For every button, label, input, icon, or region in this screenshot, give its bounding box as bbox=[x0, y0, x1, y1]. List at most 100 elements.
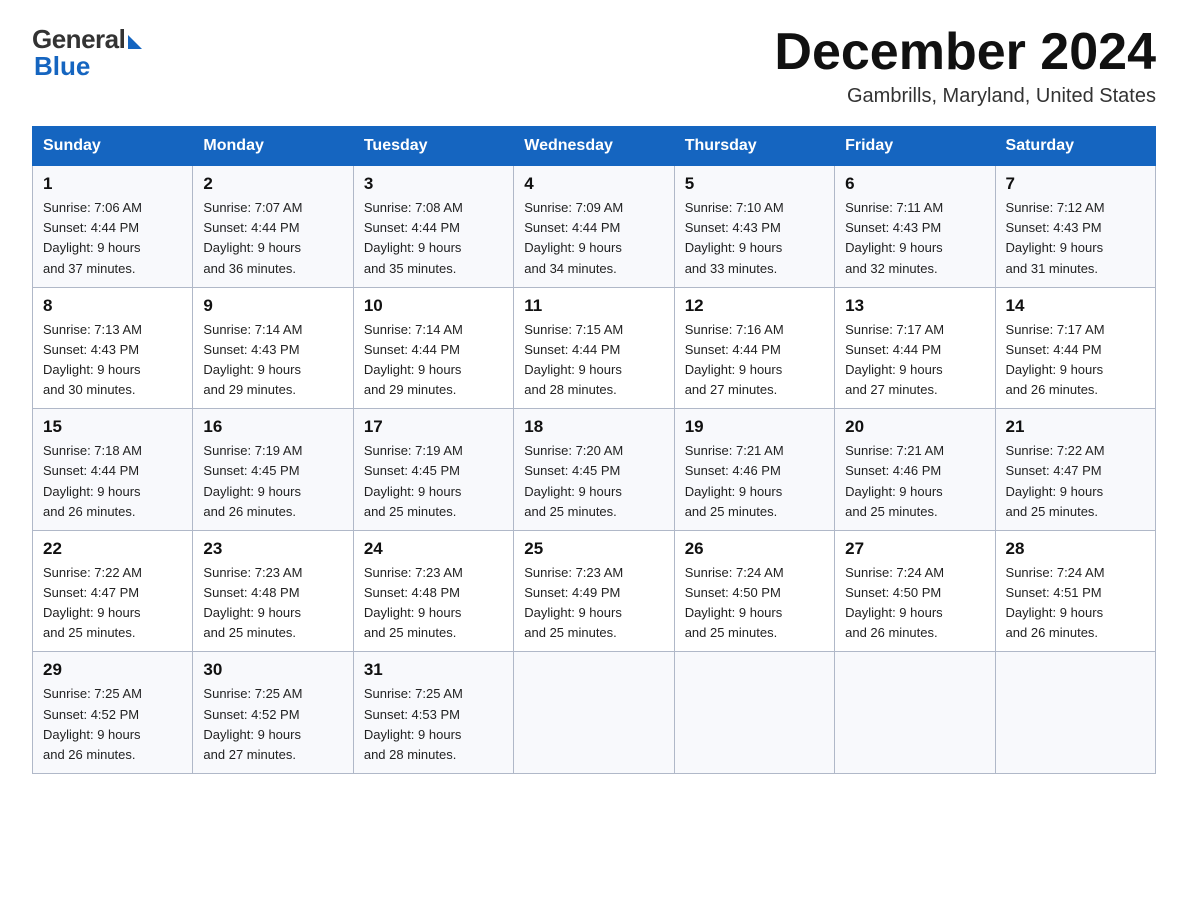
day-cell: 9 Sunrise: 7:14 AMSunset: 4:43 PMDaylight… bbox=[193, 287, 353, 409]
day-number: 12 bbox=[685, 296, 824, 316]
day-number: 17 bbox=[364, 417, 503, 437]
day-info: Sunrise: 7:21 AMSunset: 4:46 PMDaylight:… bbox=[685, 441, 824, 522]
calendar-header-row: SundayMondayTuesdayWednesdayThursdayFrid… bbox=[33, 127, 1156, 166]
day-cell: 19Sunrise: 7:21 AMSunset: 4:46 PMDayligh… bbox=[674, 409, 834, 531]
day-cell bbox=[835, 652, 995, 774]
day-info: Sunrise: 7:20 AMSunset: 4:45 PMDaylight:… bbox=[524, 441, 663, 522]
header-thursday: Thursday bbox=[674, 127, 834, 166]
day-number: 14 bbox=[1006, 296, 1145, 316]
day-number: 10 bbox=[364, 296, 503, 316]
day-info: Sunrise: 7:16 AMSunset: 4:44 PMDaylight:… bbox=[685, 320, 824, 401]
week-row-1: 1 Sunrise: 7:06 AMSunset: 4:44 PMDaylight… bbox=[33, 166, 1156, 288]
day-info: Sunrise: 7:15 AMSunset: 4:44 PMDaylight:… bbox=[524, 320, 663, 401]
day-cell: 31Sunrise: 7:25 AMSunset: 4:53 PMDayligh… bbox=[353, 652, 513, 774]
day-cell: 10 Sunrise: 7:14 AMSunset: 4:44 PMDayligh… bbox=[353, 287, 513, 409]
week-row-4: 22 Sunrise: 7:22 AMSunset: 4:47 PMDayligh… bbox=[33, 530, 1156, 652]
day-cell: 12 Sunrise: 7:16 AMSunset: 4:44 PMDayligh… bbox=[674, 287, 834, 409]
page-header: General Blue December 2024 Gambrills, Ma… bbox=[32, 24, 1156, 108]
day-info: Sunrise: 7:17 AMSunset: 4:44 PMDaylight:… bbox=[1006, 320, 1145, 401]
day-info: Sunrise: 7:25 AMSunset: 4:53 PMDaylight:… bbox=[364, 684, 503, 765]
day-number: 26 bbox=[685, 539, 824, 559]
day-number: 9 bbox=[203, 296, 342, 316]
day-number: 4 bbox=[524, 174, 663, 194]
day-number: 23 bbox=[203, 539, 342, 559]
day-number: 3 bbox=[364, 174, 503, 194]
day-cell: 24 Sunrise: 7:23 AMSunset: 4:48 PMDayligh… bbox=[353, 530, 513, 652]
day-info: Sunrise: 7:25 AMSunset: 4:52 PMDaylight:… bbox=[203, 684, 342, 765]
day-number: 24 bbox=[364, 539, 503, 559]
day-number: 2 bbox=[203, 174, 342, 194]
day-info: Sunrise: 7:22 AMSunset: 4:47 PMDaylight:… bbox=[1006, 441, 1145, 522]
title-block: December 2024 Gambrills, Maryland, Unite… bbox=[774, 24, 1156, 108]
day-cell: 1 Sunrise: 7:06 AMSunset: 4:44 PMDaylight… bbox=[33, 166, 193, 288]
week-row-2: 8Sunrise: 7:13 AMSunset: 4:43 PMDaylight… bbox=[33, 287, 1156, 409]
day-info: Sunrise: 7:24 AMSunset: 4:50 PMDaylight:… bbox=[845, 563, 984, 644]
day-info: Sunrise: 7:19 AMSunset: 4:45 PMDaylight:… bbox=[203, 441, 342, 522]
day-info: Sunrise: 7:11 AMSunset: 4:43 PMDaylight:… bbox=[845, 198, 984, 279]
day-number: 1 bbox=[43, 174, 182, 194]
header-saturday: Saturday bbox=[995, 127, 1155, 166]
day-number: 13 bbox=[845, 296, 984, 316]
day-info: Sunrise: 7:23 AMSunset: 4:48 PMDaylight:… bbox=[203, 563, 342, 644]
day-number: 29 bbox=[43, 660, 182, 680]
day-cell: 8Sunrise: 7:13 AMSunset: 4:43 PMDaylight… bbox=[33, 287, 193, 409]
day-number: 27 bbox=[845, 539, 984, 559]
day-info: Sunrise: 7:22 AMSunset: 4:47 PMDaylight:… bbox=[43, 563, 182, 644]
day-info: Sunrise: 7:10 AMSunset: 4:43 PMDaylight:… bbox=[685, 198, 824, 279]
day-number: 25 bbox=[524, 539, 663, 559]
day-number: 22 bbox=[43, 539, 182, 559]
day-cell: 21 Sunrise: 7:22 AMSunset: 4:47 PMDayligh… bbox=[995, 409, 1155, 531]
header-wednesday: Wednesday bbox=[514, 127, 674, 166]
month-title: December 2024 bbox=[774, 24, 1156, 81]
day-info: Sunrise: 7:19 AMSunset: 4:45 PMDaylight:… bbox=[364, 441, 503, 522]
day-cell: 18Sunrise: 7:20 AMSunset: 4:45 PMDayligh… bbox=[514, 409, 674, 531]
day-info: Sunrise: 7:07 AMSunset: 4:44 PMDaylight:… bbox=[203, 198, 342, 279]
day-cell: 3 Sunrise: 7:08 AMSunset: 4:44 PMDaylight… bbox=[353, 166, 513, 288]
header-friday: Friday bbox=[835, 127, 995, 166]
day-number: 6 bbox=[845, 174, 984, 194]
day-cell: 16 Sunrise: 7:19 AMSunset: 4:45 PMDayligh… bbox=[193, 409, 353, 531]
week-row-3: 15 Sunrise: 7:18 AMSunset: 4:44 PMDayligh… bbox=[33, 409, 1156, 531]
day-number: 20 bbox=[845, 417, 984, 437]
day-cell: 13 Sunrise: 7:17 AMSunset: 4:44 PMDayligh… bbox=[835, 287, 995, 409]
location-text: Gambrills, Maryland, United States bbox=[774, 85, 1156, 108]
day-cell: 14 Sunrise: 7:17 AMSunset: 4:44 PMDayligh… bbox=[995, 287, 1155, 409]
day-info: Sunrise: 7:24 AMSunset: 4:50 PMDaylight:… bbox=[685, 563, 824, 644]
day-number: 28 bbox=[1006, 539, 1145, 559]
day-info: Sunrise: 7:25 AMSunset: 4:52 PMDaylight:… bbox=[43, 684, 182, 765]
day-number: 21 bbox=[1006, 417, 1145, 437]
day-info: Sunrise: 7:21 AMSunset: 4:46 PMDaylight:… bbox=[845, 441, 984, 522]
day-cell: 17 Sunrise: 7:19 AMSunset: 4:45 PMDayligh… bbox=[353, 409, 513, 531]
day-info: Sunrise: 7:14 AMSunset: 4:44 PMDaylight:… bbox=[364, 320, 503, 401]
day-info: Sunrise: 7:14 AMSunset: 4:43 PMDaylight:… bbox=[203, 320, 342, 401]
day-cell: 29 Sunrise: 7:25 AMSunset: 4:52 PMDayligh… bbox=[33, 652, 193, 774]
day-cell: 5 Sunrise: 7:10 AMSunset: 4:43 PMDaylight… bbox=[674, 166, 834, 288]
day-number: 16 bbox=[203, 417, 342, 437]
day-cell bbox=[514, 652, 674, 774]
day-number: 7 bbox=[1006, 174, 1145, 194]
logo-triangle-icon bbox=[128, 35, 142, 49]
day-cell: 25 Sunrise: 7:23 AMSunset: 4:49 PMDayligh… bbox=[514, 530, 674, 652]
day-cell bbox=[995, 652, 1155, 774]
day-info: Sunrise: 7:06 AMSunset: 4:44 PMDaylight:… bbox=[43, 198, 182, 279]
day-cell: 6 Sunrise: 7:11 AMSunset: 4:43 PMDaylight… bbox=[835, 166, 995, 288]
day-number: 5 bbox=[685, 174, 824, 194]
day-cell: 22 Sunrise: 7:22 AMSunset: 4:47 PMDayligh… bbox=[33, 530, 193, 652]
day-cell: 23 Sunrise: 7:23 AMSunset: 4:48 PMDayligh… bbox=[193, 530, 353, 652]
logo: General Blue bbox=[32, 24, 142, 82]
header-sunday: Sunday bbox=[33, 127, 193, 166]
day-cell: 2 Sunrise: 7:07 AMSunset: 4:44 PMDaylight… bbox=[193, 166, 353, 288]
calendar-table: SundayMondayTuesdayWednesdayThursdayFrid… bbox=[32, 126, 1156, 774]
day-number: 15 bbox=[43, 417, 182, 437]
day-cell: 11Sunrise: 7:15 AMSunset: 4:44 PMDayligh… bbox=[514, 287, 674, 409]
day-info: Sunrise: 7:24 AMSunset: 4:51 PMDaylight:… bbox=[1006, 563, 1145, 644]
day-info: Sunrise: 7:23 AMSunset: 4:49 PMDaylight:… bbox=[524, 563, 663, 644]
day-cell: 15 Sunrise: 7:18 AMSunset: 4:44 PMDayligh… bbox=[33, 409, 193, 531]
day-info: Sunrise: 7:08 AMSunset: 4:44 PMDaylight:… bbox=[364, 198, 503, 279]
day-cell: 4Sunrise: 7:09 AMSunset: 4:44 PMDaylight… bbox=[514, 166, 674, 288]
day-info: Sunrise: 7:17 AMSunset: 4:44 PMDaylight:… bbox=[845, 320, 984, 401]
day-info: Sunrise: 7:13 AMSunset: 4:43 PMDaylight:… bbox=[43, 320, 182, 401]
day-info: Sunrise: 7:23 AMSunset: 4:48 PMDaylight:… bbox=[364, 563, 503, 644]
day-info: Sunrise: 7:18 AMSunset: 4:44 PMDaylight:… bbox=[43, 441, 182, 522]
day-cell: 30Sunrise: 7:25 AMSunset: 4:52 PMDayligh… bbox=[193, 652, 353, 774]
